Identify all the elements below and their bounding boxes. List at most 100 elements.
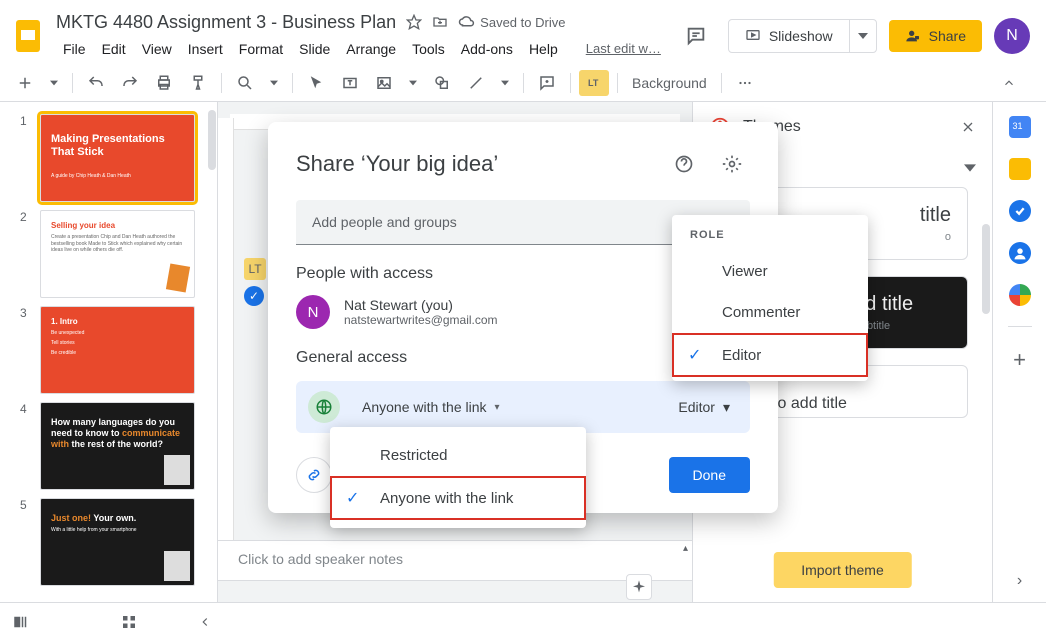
grid-view-icon[interactable] [120, 613, 138, 631]
tasks-icon[interactable] [1009, 200, 1031, 222]
owner-name: Nat Stewart (you) [344, 297, 498, 313]
toolbar: LT Background [0, 64, 1046, 102]
more-tools[interactable] [730, 70, 760, 96]
contacts-icon[interactable] [1009, 242, 1031, 264]
play-icon [745, 28, 761, 44]
done-button[interactable]: Done [669, 457, 750, 493]
collapse-toolbar[interactable] [996, 72, 1022, 94]
ruler-vertical[interactable] [218, 118, 234, 540]
redo-button[interactable] [115, 70, 145, 96]
paint-format-button[interactable] [183, 70, 213, 96]
check-icon: ✓ [688, 345, 708, 365]
cloud-icon [458, 13, 476, 31]
menu-file[interactable]: File [56, 37, 93, 61]
share-button[interactable]: Share [889, 20, 982, 52]
cloud-status[interactable]: Saved to Drive [458, 13, 565, 31]
share-label: Share [929, 28, 966, 44]
globe-icon [308, 391, 340, 423]
comment-tool[interactable] [532, 70, 562, 96]
import-theme-button[interactable]: Import theme [773, 552, 911, 588]
keep-icon[interactable] [1009, 158, 1031, 180]
spellcheck-tool[interactable]: LT [579, 70, 609, 96]
menu-format[interactable]: Format [232, 37, 290, 61]
zoom-caret[interactable] [264, 75, 284, 91]
menu-tools[interactable]: Tools [405, 37, 452, 61]
svg-text:LT: LT [588, 78, 599, 88]
close-themes-icon[interactable] [960, 119, 976, 135]
scroll-up-icon[interactable]: ▴ [683, 543, 688, 554]
chevron-down-icon: ▾ [723, 399, 730, 416]
slideshow-label: Slideshow [769, 28, 833, 44]
maps-icon[interactable] [1009, 284, 1031, 306]
new-slide-button[interactable] [10, 70, 40, 96]
role-menu-header: ROLE [672, 223, 868, 251]
menu-help[interactable]: Help [522, 37, 565, 61]
app-header: MKTG 4480 Assignment 3 - Business Plan S… [0, 0, 1046, 64]
doc-title[interactable]: MKTG 4480 Assignment 3 - Business Plan [56, 12, 396, 33]
zoom-button[interactable] [230, 70, 260, 96]
new-slide-caret[interactable] [44, 75, 64, 91]
menu-bar: File Edit View Insert Format Slide Arran… [56, 37, 676, 61]
slide-thumb-1[interactable]: 1 Making Presentations That StickA guide… [0, 110, 217, 206]
menu-slide[interactable]: Slide [292, 37, 337, 61]
addons-plus-icon[interactable]: + [1013, 347, 1026, 373]
role-menu: ROLE Viewer Commenter ✓ Editor [672, 215, 868, 381]
role-dropdown[interactable]: Editor ▾ [670, 395, 738, 420]
owner-avatar: N [296, 295, 330, 329]
slideshow-caret[interactable] [849, 20, 876, 52]
lt-badge[interactable]: LT [244, 258, 266, 280]
themes-scrollbar[interactable] [982, 224, 990, 314]
select-tool[interactable] [301, 70, 331, 96]
speaker-notes[interactable]: Click to add speaker notes ▴ [218, 540, 692, 580]
copy-link-button[interactable] [296, 457, 332, 493]
slide-thumb-5[interactable]: 5 Just one! Your own.With a little help … [0, 494, 217, 590]
menu-insert[interactable]: Insert [181, 37, 230, 61]
filmstrip[interactable]: 1 Making Presentations That StickA guide… [0, 102, 218, 602]
person-lock-icon [905, 28, 921, 44]
star-icon[interactable] [406, 14, 422, 30]
check-icon: ✓ [346, 488, 366, 508]
slideshow-button[interactable]: Slideshow [729, 20, 849, 52]
image-caret[interactable] [403, 75, 423, 91]
background-tool[interactable]: Background [626, 75, 713, 91]
chevron-down-icon: ▾ [495, 402, 500, 413]
move-folder-icon[interactable] [432, 14, 448, 30]
menu-addons[interactable]: Add-ons [454, 37, 520, 61]
calendar-icon[interactable] [1009, 116, 1031, 138]
undo-button[interactable] [81, 70, 111, 96]
image-tool[interactable] [369, 70, 399, 96]
shape-tool[interactable] [427, 70, 457, 96]
help-icon[interactable] [666, 146, 702, 182]
slides-logo[interactable] [8, 16, 48, 56]
menu-view[interactable]: View [135, 37, 179, 61]
role-commenter-option[interactable]: Commenter [672, 292, 868, 333]
collapse-filmstrip-icon[interactable] [198, 615, 212, 629]
account-avatar[interactable]: N [994, 18, 1030, 54]
role-viewer-option[interactable]: Viewer [672, 251, 868, 292]
comments-button[interactable] [676, 16, 716, 56]
slide-thumb-3[interactable]: 3 1. IntroBe unexpectedTell storiesBe cr… [0, 302, 217, 398]
owner-email: natstewartwrites@gmail.com [344, 313, 498, 327]
slide-thumb-4[interactable]: 4 How many languages do you need to know… [0, 398, 217, 494]
general-access-row: Anyone with the link ▾ Editor ▾ [296, 381, 750, 433]
rail-collapse-icon[interactable]: › [1017, 572, 1022, 590]
filmstrip-view-icon[interactable] [12, 613, 30, 631]
menu-arrange[interactable]: Arrange [339, 37, 403, 61]
link-anyone-option[interactable]: ✓ Anyone with the link [330, 476, 586, 520]
share-title: Share ‘Your big idea’ [296, 151, 654, 177]
role-editor-option[interactable]: ✓ Editor [672, 333, 868, 377]
print-button[interactable] [149, 70, 179, 96]
menu-edit[interactable]: Edit [95, 37, 133, 61]
chevron-down-icon [964, 162, 976, 174]
line-tool[interactable] [461, 70, 491, 96]
link-restricted-option[interactable]: Restricted [330, 435, 586, 476]
slide-thumb-2[interactable]: 2 Selling your ideaCreate a presentation… [0, 206, 217, 302]
explore-button[interactable] [626, 574, 652, 600]
settings-icon[interactable] [714, 146, 750, 182]
last-edit-link[interactable]: Last edit w… [579, 37, 668, 60]
side-panel-rail: + › [992, 102, 1046, 602]
lt-check-icon[interactable]: ✓ [244, 286, 264, 306]
line-caret[interactable] [495, 75, 515, 91]
link-mode-dropdown[interactable]: Anyone with the link ▾ [352, 393, 510, 421]
textbox-tool[interactable] [335, 70, 365, 96]
